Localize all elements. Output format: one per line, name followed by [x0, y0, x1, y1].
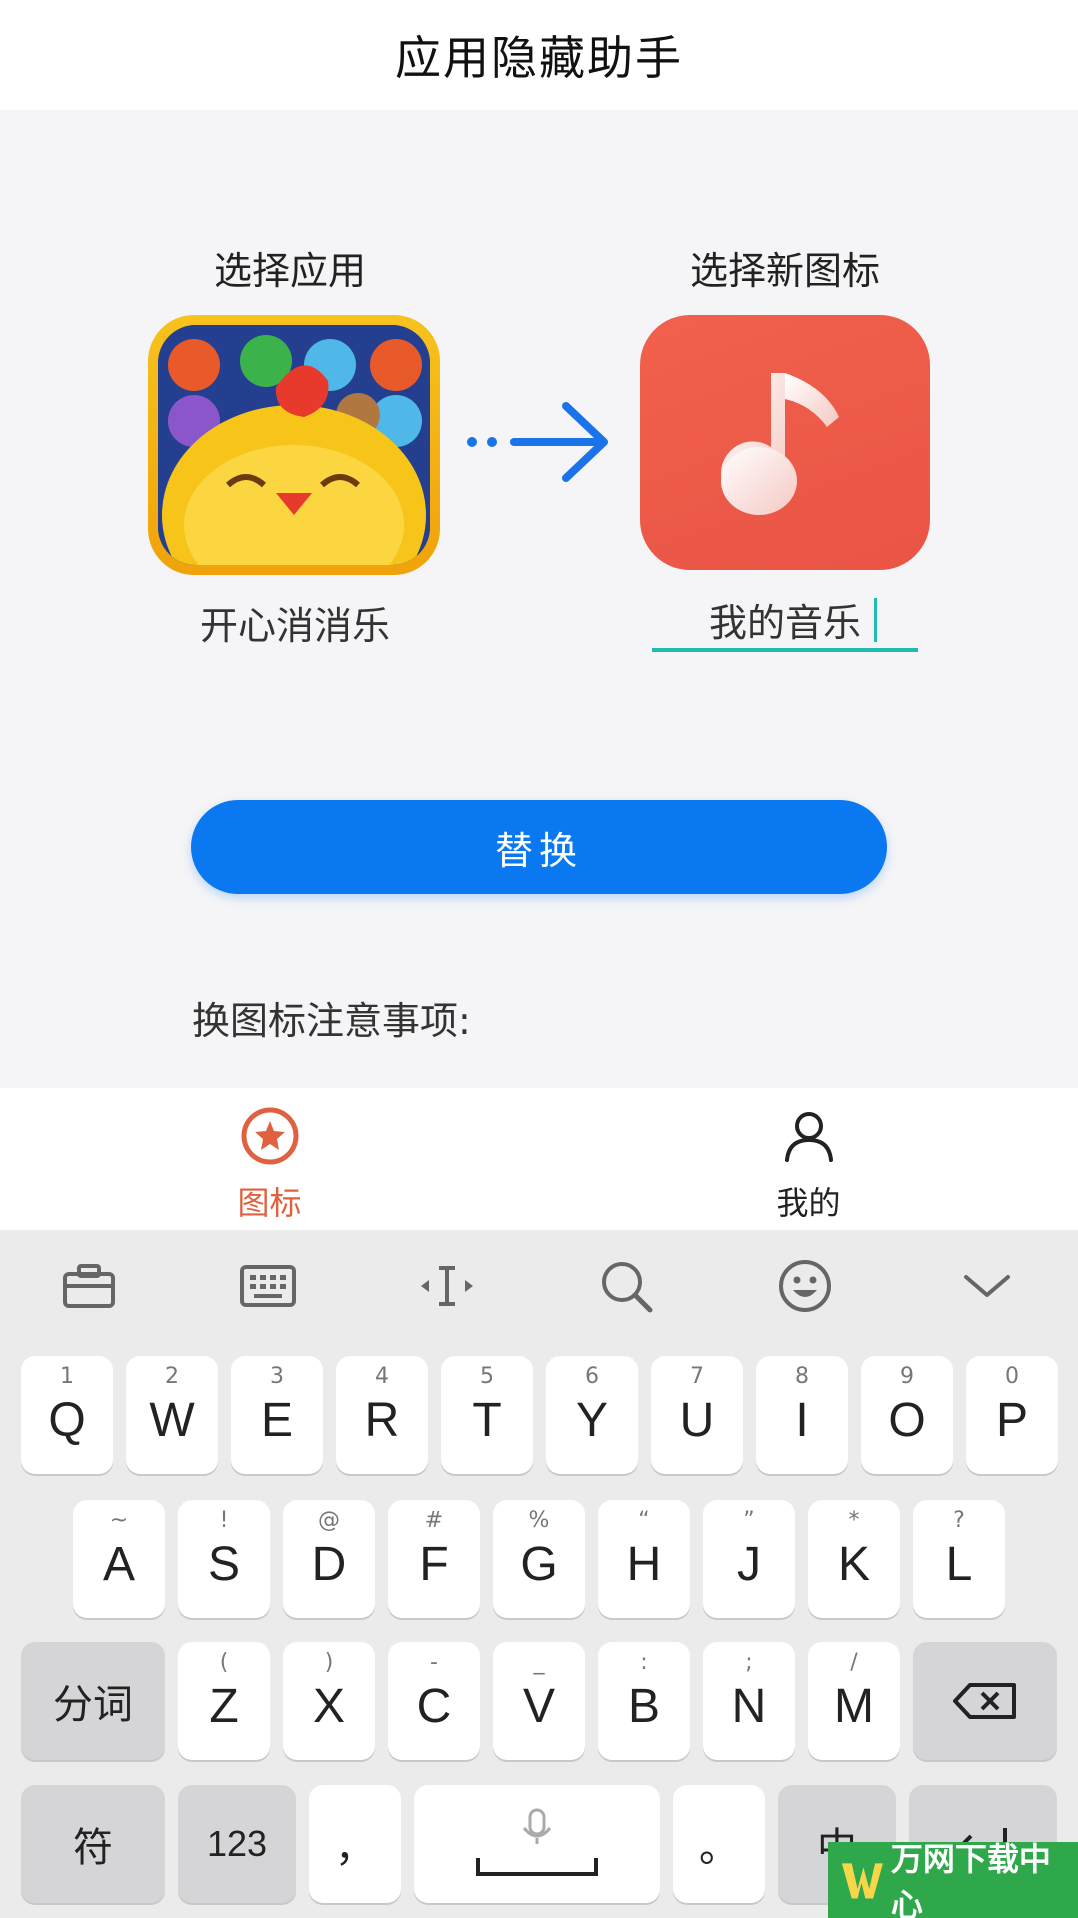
replace-button[interactable]: 替换 [191, 800, 887, 894]
page-title: 应用隐藏助手 [395, 31, 683, 85]
bottom-tabbar: 图标 我的 [0, 1088, 1078, 1230]
new-icon-preview[interactable] [640, 315, 930, 570]
select-app-label: 选择应用 [213, 249, 366, 293]
select-icon-label: 选择新图标 [689, 249, 880, 293]
key-z[interactable]: (Z [178, 1642, 270, 1760]
app-header: 应用隐藏助手 [0, 0, 1078, 110]
microphone-icon [476, 1808, 598, 1876]
watermark-text: 万网下载中心 [890, 1840, 1051, 1918]
watermark-logo-icon [841, 1863, 883, 1899]
key-a[interactable]: ~ A [73, 1500, 165, 1618]
key-m[interactable]: / M [808, 1642, 900, 1760]
segment-key[interactable]: 分词 [21, 1642, 165, 1760]
key-o[interactable]: 9O [861, 1356, 953, 1474]
symbols-key[interactable]: 符 [21, 1785, 165, 1903]
space-key[interactable] [414, 1785, 660, 1903]
key-w[interactable]: 2W [126, 1356, 218, 1474]
tab-icons[interactable]: 图标 [0, 1088, 539, 1230]
key-j[interactable]: ” J [703, 1500, 795, 1618]
key-g[interactable]: % G [493, 1500, 585, 1618]
tab-icons-label: 图标 [237, 1184, 302, 1222]
text-caret [874, 598, 877, 642]
search-icon[interactable] [594, 1254, 658, 1318]
soft-keyboard: 1Q 2W 3E 4R 5T 6Y 7U 8I 9O 0P ~ A ! S @ D #… [0, 1230, 1078, 1918]
music-note-icon [721, 372, 839, 515]
key-s[interactable]: ! S [178, 1500, 270, 1618]
key-k[interactable]: * K [808, 1500, 900, 1618]
keyboard-toolbar [0, 1230, 1078, 1340]
selected-app-icon[interactable] [148, 315, 440, 575]
key-l[interactable]: ? L [913, 1500, 1005, 1618]
key-p[interactable]: 0P [966, 1356, 1058, 1474]
key-v[interactable]: _ V [493, 1642, 585, 1760]
backspace-key[interactable] [913, 1642, 1057, 1760]
key-f[interactable]: # F [388, 1500, 480, 1618]
notes-title: 换图标注意事项: [192, 999, 471, 1043]
key-n[interactable]: ; N [703, 1642, 795, 1760]
new-name-input[interactable] [652, 590, 918, 652]
comma-key[interactable]: ， [309, 1785, 401, 1903]
key-x[interactable]: ) X [283, 1642, 375, 1760]
arrow-right-icon [467, 402, 608, 482]
star-circle-icon [241, 1107, 298, 1165]
tab-mine-label: 我的 [776, 1184, 841, 1222]
game-character-icon [158, 325, 430, 565]
chevron-down-icon[interactable] [955, 1254, 1019, 1318]
key-q[interactable]: 1Q [21, 1356, 113, 1474]
key-u[interactable]: 7U [651, 1356, 743, 1474]
key-b[interactable]: :B [598, 1642, 690, 1760]
key-r[interactable]: 4R [336, 1356, 428, 1474]
key-d[interactable]: @ D [283, 1500, 375, 1618]
tab-mine[interactable]: 我的 [539, 1088, 1078, 1230]
key-e[interactable]: 3E [231, 1356, 323, 1474]
app-name-label: 开心消消乐 [199, 604, 390, 648]
cursor-icon[interactable] [415, 1254, 479, 1318]
keyboard-icon[interactable] [236, 1254, 300, 1318]
key-t[interactable]: 5T [441, 1356, 533, 1474]
key-h[interactable]: “H [598, 1500, 690, 1618]
person-icon [784, 1112, 833, 1162]
numbers-key[interactable]: 123 [178, 1785, 296, 1903]
watermark-badge: 万网下载中心 [828, 1840, 1078, 1918]
key-y[interactable]: 6Y [546, 1356, 638, 1474]
backspace-icon [953, 1683, 1016, 1719]
main-content: 选择应用 选择新图标 开心消消乐 我的音乐 替换 换图标注意事项: [0, 110, 1078, 1088]
period-key[interactable]: 。 [673, 1785, 765, 1903]
key-c[interactable]: -C [388, 1642, 480, 1760]
emoji-icon[interactable] [773, 1254, 837, 1318]
key-i[interactable]: 8I [756, 1356, 848, 1474]
briefcase-icon[interactable] [57, 1254, 121, 1318]
